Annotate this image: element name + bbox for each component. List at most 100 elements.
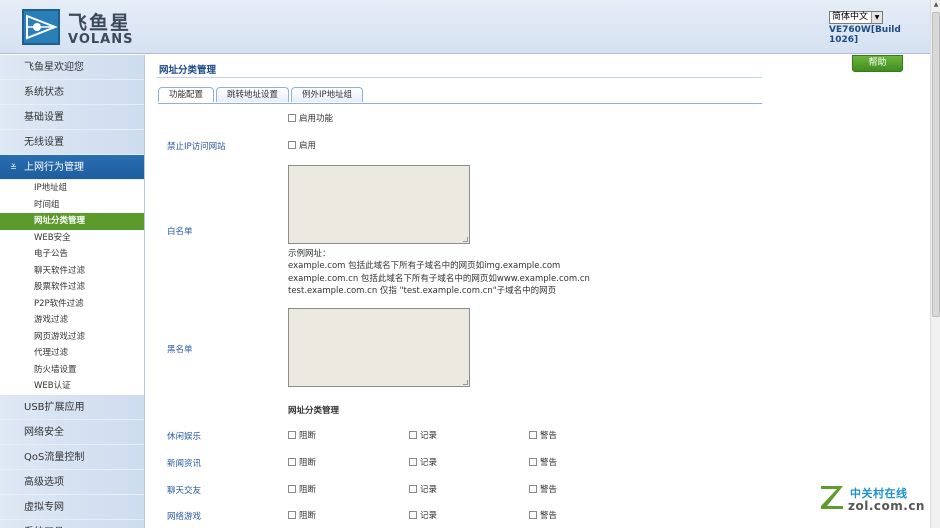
example-line: test.example.com.cn 仅指 "test.example.com…: [288, 285, 557, 296]
alert-checkbox[interactable]: [529, 458, 537, 466]
language-select-value: 简体中文: [832, 12, 869, 22]
zol-watermark-logo-icon: [821, 486, 843, 509]
log-checkbox[interactable]: [409, 511, 417, 519]
block-checkbox[interactable]: [288, 458, 296, 466]
top-header: 飞鱼星 VOLANS 简体中文 ▼ VE760W[Build 1026]: [0, 0, 930, 54]
sidebar-subitem-bulletin[interactable]: 电子公告: [0, 246, 144, 263]
double-chevron-down-icon: ≚: [10, 163, 17, 172]
tab-divider: [158, 103, 762, 104]
category-log-option: 记录: [409, 456, 437, 468]
example-line: example.com.cn 包括此域名下所有子域名中的网页如www.examp…: [288, 273, 590, 284]
category-alert-option: 警告: [529, 456, 557, 468]
sidebar-subitem-proxy-filter[interactable]: 代理过滤: [0, 345, 144, 362]
sidebar-subitem-p2p-filter[interactable]: P2P软件过滤: [0, 296, 144, 313]
enable-function-checkbox[interactable]: [288, 114, 296, 122]
sidebar-item-system-tools[interactable]: 系统工具: [0, 520, 144, 528]
resize-grip-icon[interactable]: [463, 237, 468, 242]
whitelist-textarea[interactable]: [288, 165, 470, 244]
category-log-option: 记录: [409, 483, 437, 495]
tab-bar: 功能配置 跳转地址设置 例外IP地址组: [158, 87, 365, 104]
blacklist-textarea[interactable]: [288, 308, 470, 387]
block-label: 阻断: [299, 458, 317, 468]
sidebar-subitem-ip-group[interactable]: IP地址组: [0, 180, 144, 197]
resize-grip-icon[interactable]: [463, 380, 468, 385]
alert-checkbox[interactable]: [529, 431, 537, 439]
alert-label: 警告: [540, 458, 558, 468]
sidebar-subitem-webgame-filter[interactable]: 网页游戏过滤: [0, 329, 144, 346]
language-select[interactable]: 简体中文 ▼: [829, 11, 883, 24]
example-line: example.com 包括此域名下所有子域名中的网页如img.example.…: [288, 261, 561, 272]
log-checkbox[interactable]: [409, 485, 417, 493]
category-block-option: 阻断: [288, 509, 316, 521]
alert-label: 警告: [540, 431, 558, 441]
category-alert-option: 警告: [529, 429, 557, 441]
sidebar-item-wireless-settings[interactable]: 无线设置: [0, 130, 144, 155]
category-block-option: 阻断: [288, 429, 316, 441]
sidebar-item-basic-settings[interactable]: 基础设置: [0, 105, 144, 130]
log-checkbox[interactable]: [409, 458, 417, 466]
whitelist-label: 白名单: [167, 227, 193, 237]
help-button[interactable]: 帮助: [852, 55, 903, 72]
tab-function-config[interactable]: 功能配置: [158, 87, 215, 102]
blacklist-label: 黑名单: [167, 345, 193, 355]
sidebar-nav: 飞鱼星欢迎您 系统状态 基础设置 无线设置 ≚ 上网行为管理 IP地址组 时间组 …: [0, 55, 145, 528]
log-label: 记录: [420, 511, 438, 521]
category-label: 休闲娱乐: [167, 432, 202, 442]
sidebar-item-label: 上网行为管理: [24, 162, 84, 173]
sidebar-subitem-game-filter[interactable]: 游戏过滤: [0, 312, 144, 329]
scrollbar-thumb[interactable]: [932, 12, 940, 317]
category-section-title: 网址分类管理: [288, 406, 340, 416]
brand-name-cn: 飞鱼星: [68, 12, 132, 34]
sidebar-subitem-chat-filter[interactable]: 聊天软件过滤: [0, 263, 144, 280]
sidebar-subitem-web-security[interactable]: WEB安全: [0, 230, 144, 247]
block-label: 阻断: [299, 485, 317, 495]
tab-redirect-settings[interactable]: 跳转地址设置: [216, 87, 290, 102]
block-checkbox[interactable]: [288, 511, 296, 519]
category-alert-option: 警告: [529, 509, 557, 521]
block-ip-label: 禁止IP访问网站: [167, 142, 226, 152]
sidebar-subitem-firewall[interactable]: 防火墙设置: [0, 362, 144, 379]
sidebar-item-system-status[interactable]: 系统状态: [0, 80, 144, 105]
block-label: 阻断: [299, 431, 317, 441]
block-checkbox[interactable]: [288, 485, 296, 493]
log-checkbox[interactable]: [409, 431, 417, 439]
sidebar-subitem-stock-filter[interactable]: 股票软件过滤: [0, 279, 144, 296]
log-label: 记录: [420, 431, 438, 441]
category-block-option: 阻断: [288, 483, 316, 495]
sidebar-item-usb[interactable]: USB扩展应用: [0, 395, 144, 420]
category-label: 聊天交友: [167, 486, 202, 496]
sidebar-subitem-url-category[interactable]: 网址分类管理: [0, 213, 144, 230]
alert-checkbox[interactable]: [529, 511, 537, 519]
category-log-option: 记录: [409, 509, 437, 521]
page-title: 网址分类管理: [159, 65, 217, 76]
alert-checkbox[interactable]: [529, 485, 537, 493]
block-checkbox[interactable]: [288, 431, 296, 439]
category-alert-option: 警告: [529, 483, 557, 495]
enable-function-label: 启用功能: [299, 114, 334, 124]
block-label: 阻断: [299, 511, 317, 521]
main-content: 网址分类管理 帮助 功能配置 跳转地址设置 例外IP地址组 启用功能 禁止IP访问网…: [145, 55, 930, 528]
alert-label: 警告: [540, 511, 558, 521]
sidebar-item-behavior-management[interactable]: ≚ 上网行为管理: [0, 155, 144, 180]
block-ip-enable-label: 启用: [299, 141, 317, 151]
sidebar-item-welcome[interactable]: 飞鱼星欢迎您: [0, 55, 144, 80]
sidebar-item-qos[interactable]: QoS流量控制: [0, 445, 144, 470]
sidebar-item-advanced[interactable]: 高级选项: [0, 470, 144, 495]
scroll-up-arrow-icon[interactable]: ▲: [932, 0, 940, 10]
sidebar-subitem-web-auth[interactable]: WEB认证: [0, 378, 144, 395]
category-block-option: 阻断: [288, 456, 316, 468]
sidebar-submenu: IP地址组 时间组 网址分类管理 WEB安全 电子公告 聊天软件过滤 股票软件过…: [0, 180, 144, 395]
tab-exception-ip-group[interactable]: 例外IP地址组: [291, 87, 364, 102]
log-label: 记录: [420, 458, 438, 468]
firmware-model: VE760W[Build 1026]: [829, 25, 901, 45]
sidebar-subitem-time-group[interactable]: 时间组: [0, 197, 144, 214]
chevron-down-icon[interactable]: ▼: [871, 12, 882, 23]
enable-function-row: 启用功能: [288, 112, 333, 124]
category-label: 网络游戏: [167, 512, 202, 522]
page-scrollbar[interactable]: ▲: [930, 0, 940, 528]
example-line: 示例网址：: [288, 249, 331, 259]
sidebar-item-vpn[interactable]: 虚拟专网: [0, 495, 144, 520]
block-ip-checkbox[interactable]: [288, 141, 296, 149]
sidebar-item-network-security[interactable]: 网络安全: [0, 420, 144, 445]
example-urls: 示例网址： example.com 包括此域名下所有子域名中的网页如img.ex…: [288, 248, 590, 297]
